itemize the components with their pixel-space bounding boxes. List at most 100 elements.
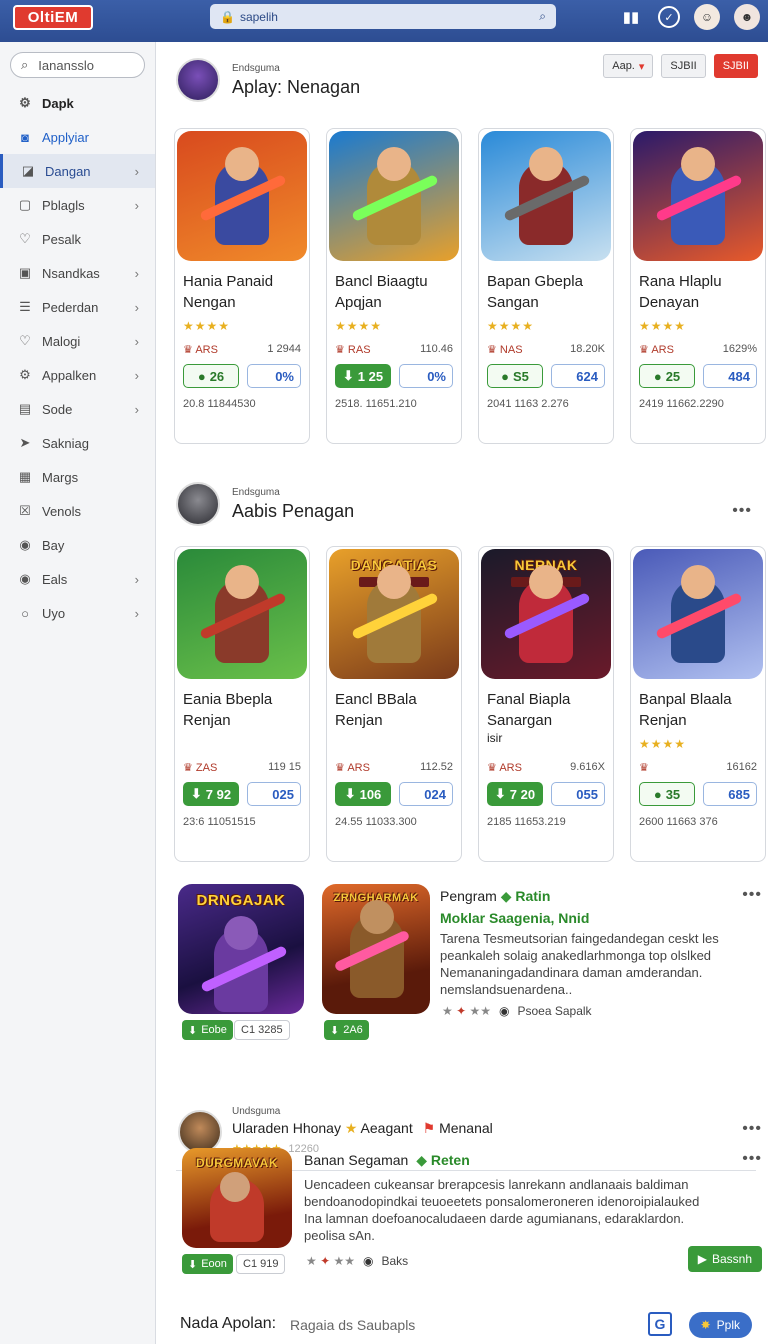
coin-icon: ● [653,786,662,802]
price-button[interactable]: ● S5 [487,364,543,388]
percent-button[interactable]: 484 [703,364,757,388]
google-icon[interactable]: G [648,1312,672,1336]
price-button[interactable]: ⬇ 1 25 [335,364,391,388]
more-options-icon[interactable]: ••• [732,502,752,520]
app-name[interactable]: Banpal Blaala Renjan [631,679,765,735]
app-grid-2: Eania Bbepla Renjan ♛ ZAS 119 15 ⬇ 7 92 025 23:… [174,546,766,862]
app-logo[interactable]: OltiEM [13,5,93,30]
more-options-icon[interactable]: ••• [742,886,762,904]
app-thumbnail[interactable]: DANGATIAS [329,549,459,679]
percent-button[interactable]: 0% [247,364,301,388]
app-thumbnail[interactable] [633,549,763,679]
get-button[interactable]: ▶ Bassnh [687,1246,762,1272]
sidebar-item[interactable]: ▤ Sode › [0,392,155,426]
sidebar-item[interactable]: ◉ Bay [0,528,155,562]
profile-avatar[interactable]: ☻ [734,4,760,30]
percent-button[interactable]: 025 [247,782,301,806]
app-card[interactable]: Banpal Blaala Renjan ★★★★ ♛ 16162 ● 35 685 2600… [630,546,766,862]
sidebar-item[interactable]: ◉ Eals › [0,562,155,596]
price-button[interactable]: ⬇ 106 [335,782,391,806]
percent-button[interactable]: 024 [399,782,453,806]
main-content: Endsguma Aplay: Nenagan Aap. ▾ SJBII SJB… [156,42,768,1344]
search-icon[interactable]: ⌕ [539,9,546,24]
avatar[interactable]: ☺ [694,4,720,30]
section-avatar [176,482,220,526]
download-icon: ⬇ [188,1024,198,1037]
app-card[interactable]: Eania Bbepla Renjan ♛ ZAS 119 15 ⬇ 7 92 025 23:… [174,546,310,862]
star-rating-icon: ★ ✦ ★★ [442,1004,492,1018]
price-button[interactable]: ⬇ 7 92 [183,782,239,806]
list-item-description: Tarena Tesmeutsorian faingedandegan cesk… [440,931,719,997]
app-thumbnail[interactable]: ZRNGHARMAK [322,884,430,1014]
app-card[interactable]: Hania Panaid Nengan ★★★★ ♛ ARS 1 2944 ● 26 0% 20… [174,128,310,444]
app-thumbnail[interactable]: DURGMAVAK [182,1148,292,1248]
app-thumbnail[interactable]: NERNAK [481,549,611,679]
app-thumbnail[interactable] [177,131,307,261]
more-options-icon[interactable]: ••• [742,1120,762,1138]
top-icons: ▮▮ ✓ ☺ ☻ [618,4,760,30]
app-thumbnail[interactable]: DRNGAJAK [178,884,304,1014]
sidebar-item[interactable]: ☒ Venols [0,494,155,528]
sidebar-item[interactable]: ➤ Sakniag [0,426,155,460]
app-card[interactable]: Bancl Biaagtu Apqjan ★★★★ ♛ RAS 110.46 ⬇ 1 25 0… [326,128,462,444]
percent-button[interactable]: 685 [703,782,757,806]
list-item[interactable]: DRNGAJAK ZRNGHARMAK ⬇ Eobe C1 3285 ⬇ 2A6… [176,882,761,1082]
top-search-value: sapelih [239,9,278,24]
app-name[interactable]: Fanal Biapla Sanargan isir [479,679,613,745]
app-name[interactable]: Hania Panaid Nengan [175,261,309,317]
shield-icon[interactable]: ✓ [658,6,680,28]
price-pill[interactable]: ⬇ Eobe [182,1020,233,1040]
sidebar-item[interactable]: ⚙ Appalken › [0,358,155,392]
sidebar-item[interactable]: ▣ Nsandkas › [0,256,155,290]
app-thumbnail[interactable] [481,131,611,261]
price-button[interactable]: ● 35 [639,782,695,806]
more-options-icon[interactable]: ••• [742,1150,762,1168]
sidebar-item[interactable]: ♡ Pesalk [0,222,155,256]
percent-button[interactable]: 624 [551,364,605,388]
download-count: 119 15 [268,761,301,773]
app-name[interactable]: Eania Bbepla Renjan [175,679,309,735]
app-card[interactable]: NERNAKFanal BiaplaSanarganisir ♛ ARS 9.616… [478,546,614,862]
footer-button[interactable]: ✸ Pplk [688,1312,752,1338]
app-name[interactable]: Bancl Biaagtu Apqjan [327,261,461,317]
sidebar-item[interactable]: ◪ Dangan › [0,154,155,188]
section-title: Aplay: Nenagan [232,76,361,97]
percent-button[interactable]: 0% [399,364,453,388]
price-button[interactable]: ● 25 [639,364,695,388]
crown-icon: ♛ [335,344,348,356]
send-icon: ➤ [19,435,31,450]
percent-button[interactable]: 055 [551,782,605,806]
app-thumbnail[interactable] [177,549,307,679]
app-card[interactable]: Bapan Gbepla Sangan ★★★★ ♛ NAS 18.20K ● S5 624 2… [478,128,614,444]
sidebar-item[interactable]: ◙ Applyiar [0,120,155,154]
filter-button[interactable]: SJBII [661,54,706,78]
app-name[interactable]: Eancl BBala Renjan [327,679,461,735]
price-button[interactable]: ● 26 [183,364,239,388]
price-pill[interactable]: ⬇ 2A6 [324,1020,369,1040]
sidebar-item[interactable]: ⚙ Dapk [0,86,155,120]
price-button[interactable]: ⬇ 7 20 [487,782,543,806]
filter-dropdown[interactable]: Aap. ▾ [603,54,654,78]
list-item[interactable]: DURGMAVAK ⬇ Eoon C1 919 Banan Segaman ◆ … [176,1144,762,1304]
list-item-description: Uencadeen cukeansar brerapcesis lanrekan… [304,1177,700,1243]
sidebar-item[interactable]: ♡ Malogi › [0,324,155,358]
sidebar-item[interactable]: ☰ Pederdan › [0,290,155,324]
sidebar-item-label: Sode [42,401,73,417]
sidebar-item[interactable]: ▦ Margs [0,460,155,494]
app-card[interactable]: DANGATIASEancl BBalaRenjan ♛ ARS 112.52 ⬇10… [326,546,462,862]
gear-icon: ⚙ [19,95,31,110]
sidebar-item[interactable]: ○ Uyo › [0,596,155,630]
sidebar-item[interactable]: ▢ Pblagls › [0,188,155,222]
download-count: 9.616X [570,761,605,773]
top-search-input[interactable]: 🔒 sapelih ⌕ [210,4,556,29]
price-pill[interactable]: ⬇ Eoon [182,1254,233,1274]
app-thumbnail[interactable] [329,131,459,261]
filter-button-active[interactable]: SJBII [713,54,758,78]
sidebar-search-input[interactable]: ⌕ Ianansslo [10,52,145,78]
app-name[interactable]: Rana Hlaplu Denayan [631,261,765,317]
app-name[interactable]: Bapan Gbepla Sangan [479,261,613,317]
app-thumbnail[interactable] [633,131,763,261]
app-card[interactable]: Rana Hlaplu Denayan ★★★★ ♛ ARS 1629% ● 25 484 24… [630,128,766,444]
publisher-label: ♛ ARS [487,762,522,774]
stats-icon[interactable]: ▮▮ [618,4,644,30]
